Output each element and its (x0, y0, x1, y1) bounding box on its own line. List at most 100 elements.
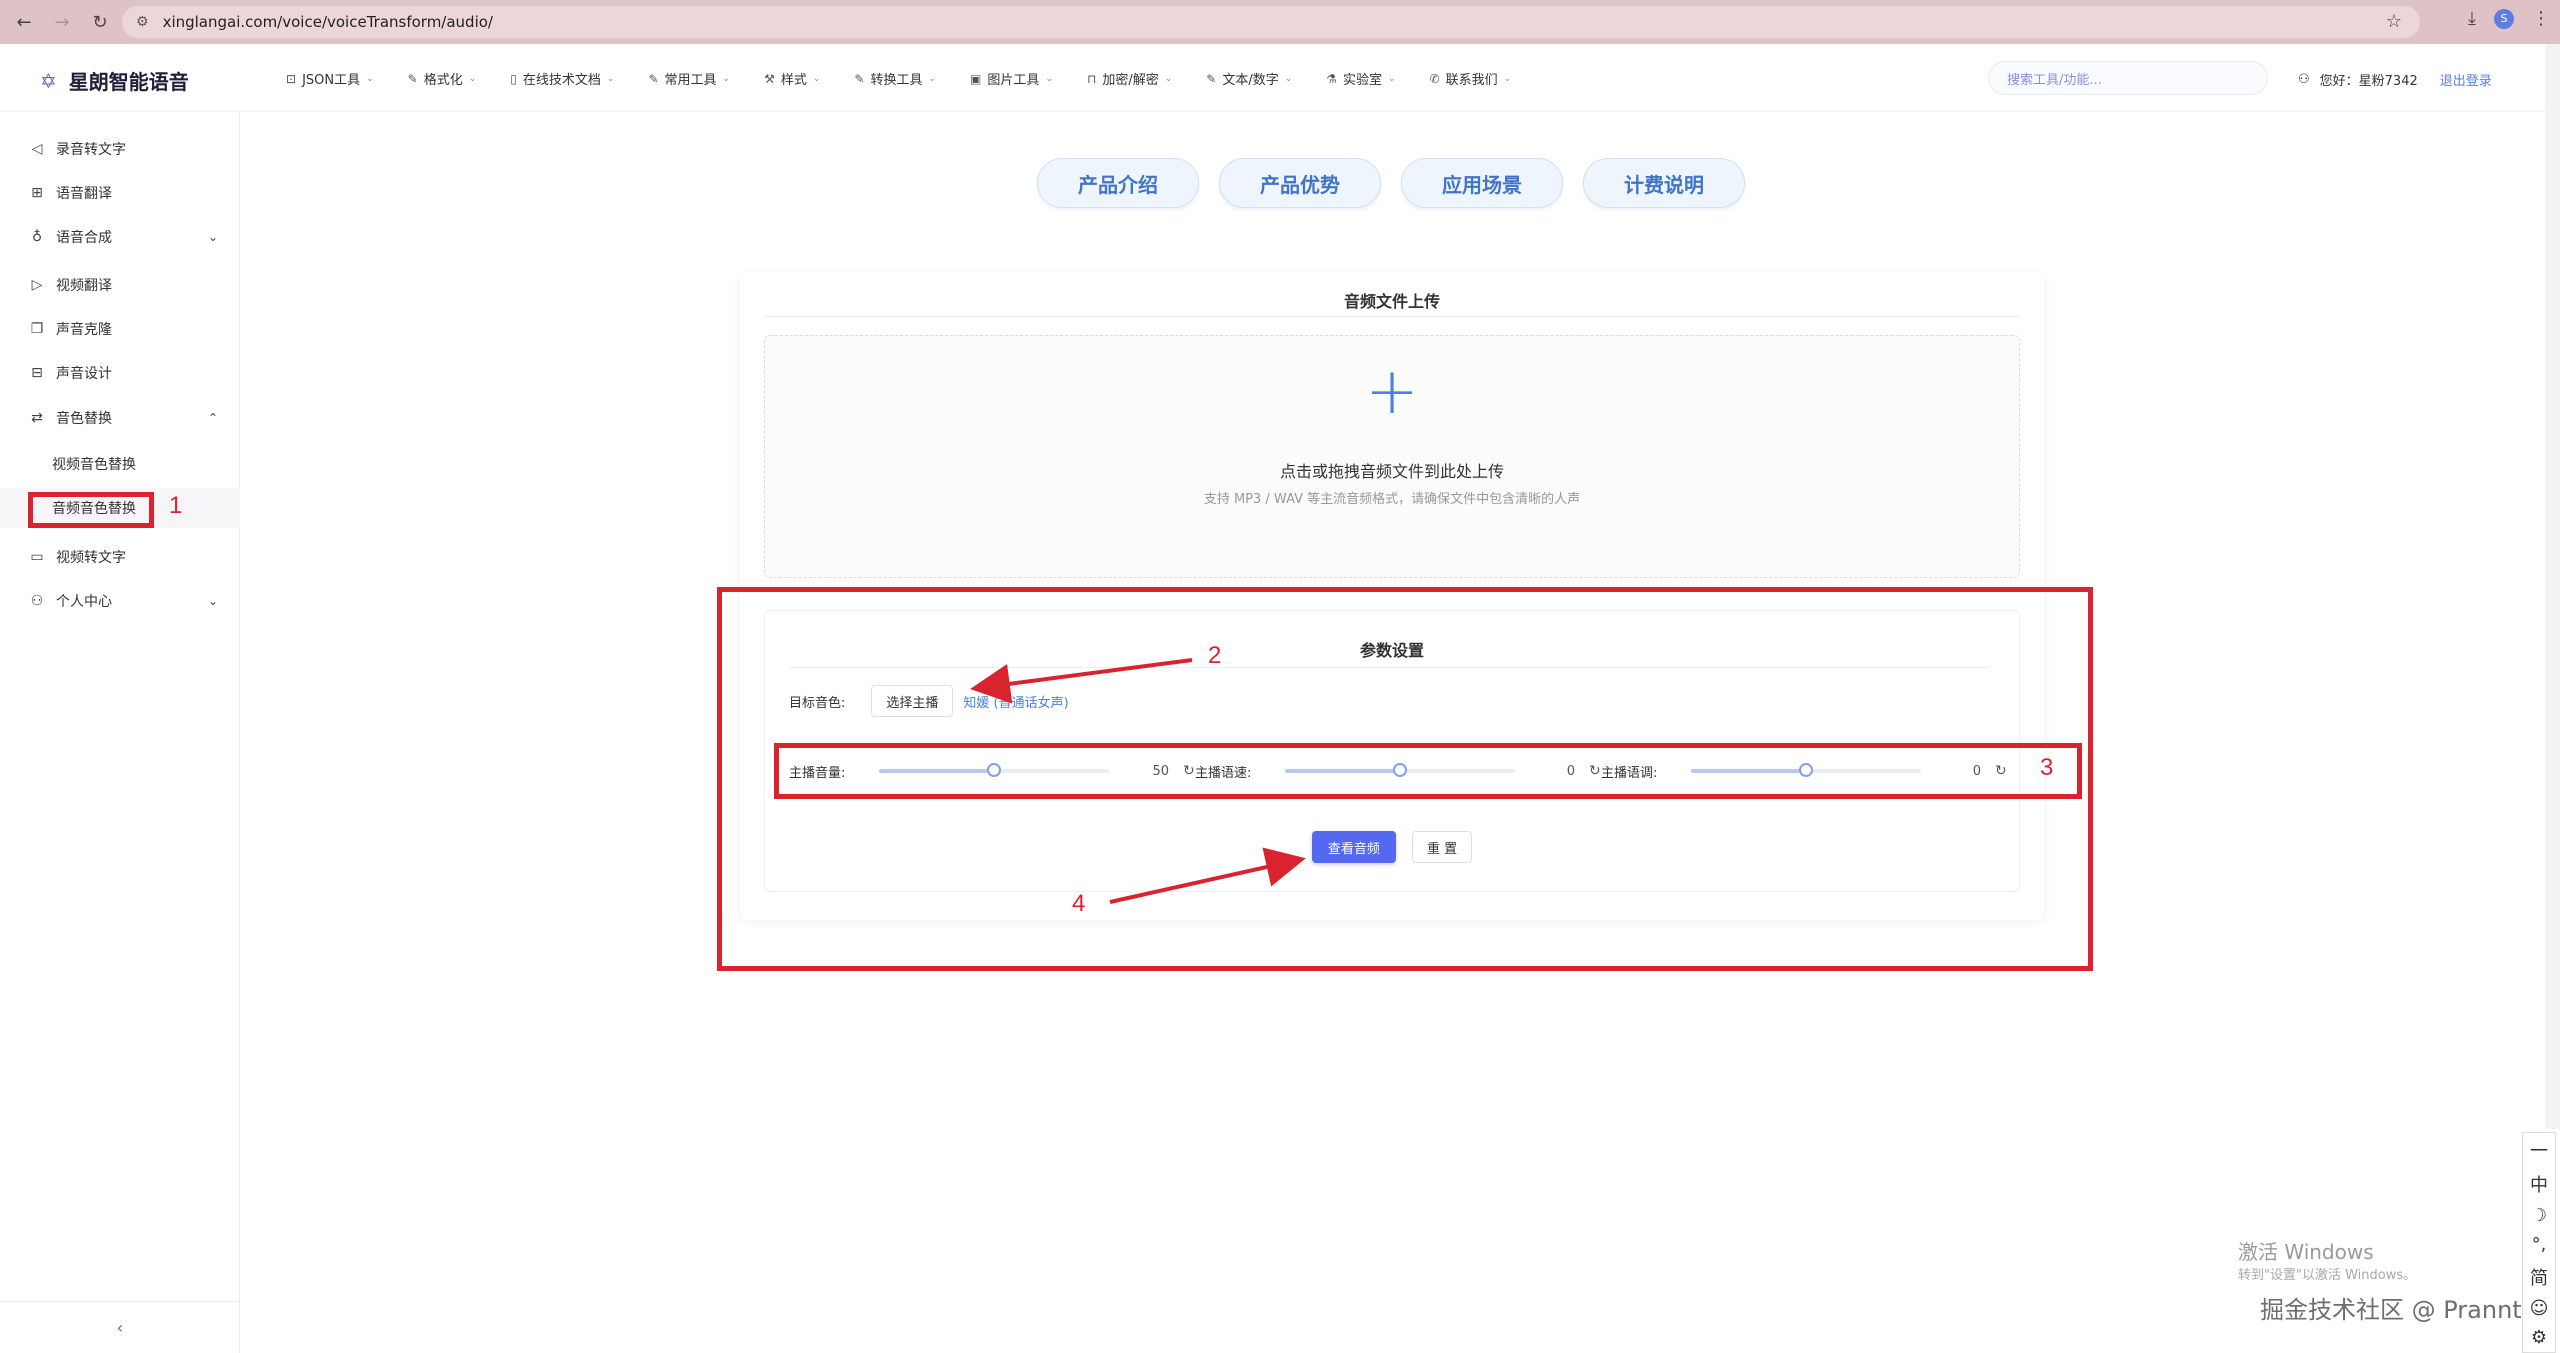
brush-icon: ⚒ (764, 71, 775, 86)
sidebar-collapse-button[interactable]: ‹ (0, 1301, 240, 1353)
browser-toolbar: ← → ↻ ⚙ xinglangai.com/voice/voiceTransf… (0, 0, 2560, 44)
flask-icon: ⚗ (1326, 71, 1338, 86)
nav-item-image[interactable]: ▣ 图片工具 ⌄ (970, 69, 1053, 89)
chevron-down-icon: ⌄ (1388, 73, 1396, 84)
swap-icon: ⇄ (31, 410, 43, 426)
annotation-box-1 (28, 492, 154, 528)
design-grid-icon: ⊟ (31, 365, 43, 381)
sidebar-item-video-translate[interactable]: ▷ 视频翻译 (0, 265, 240, 305)
chevron-down-icon: ⌄ (366, 73, 374, 84)
menu-kebab-icon[interactable]: ⋮ (2532, 8, 2550, 29)
edit-icon: ✎ (648, 71, 659, 86)
chevron-down-icon: ⌄ (1503, 73, 1512, 84)
page-scrollbar[interactable] (2545, 44, 2560, 1129)
address-bar[interactable]: ⚙ xinglangai.com/voice/voiceTransform/au… (122, 6, 2420, 38)
ime-punctuation-icon[interactable]: °, (2532, 1234, 2547, 1255)
nav-item-docs[interactable]: ▯ 在线技术文档 ⌄ (510, 69, 615, 89)
edit-icon: ✎ (1206, 71, 1217, 86)
dropzone-hint-text: 支持 MP3 / WAV 等主流音频格式，请确保文件中包含清晰的人声 (1203, 492, 1581, 507)
top-nav: ⊡ JSON工具 ⌄ ✎ 格式化 ⌄ ▯ 在线技术文档 ⌄ ✎ 常用工具 ⌄ ⚒ 样式 ⌄ ✎ 转换工… (286, 69, 1545, 89)
chevron-down-icon: ⌄ (1045, 73, 1053, 84)
document-icon: ▯ (510, 71, 517, 86)
ime-toolbar: 一 中 ☽ °, 简 ☺ ⚙ (2522, 1132, 2556, 1353)
nav-item-format[interactable]: ✎ 格式化 ⌄ (407, 69, 477, 89)
divider (764, 316, 2020, 317)
audio-dropzone[interactable]: + 点击或拖拽音频文件到此处上传 支持 MP3 / WAV 等主流音频格式，请确… (764, 335, 2020, 578)
tab-use-cases[interactable]: 应用场景 (1401, 158, 1563, 208)
annotation-label-1: 1 (169, 492, 183, 519)
annotation-label-2: 2 (1208, 642, 1222, 669)
image-icon: ▣ (970, 71, 982, 86)
back-icon[interactable]: ← (10, 8, 38, 36)
annotation-label-4: 4 (1072, 890, 1086, 917)
nav-item-contact[interactable]: ✆ 联系我们 ⌄ (1429, 69, 1512, 89)
url-text: xinglangai.com/voice/voiceTransform/audi… (162, 13, 493, 31)
user-area: ⚇ 您好：星粉7342 退出登录 (2298, 70, 2492, 89)
tab-product-intro[interactable]: 产品介绍 (1037, 158, 1199, 208)
chevron-down-icon: ⌄ (1164, 73, 1173, 84)
forward-icon[interactable]: → (48, 8, 76, 36)
phone-icon: ✆ (1429, 71, 1440, 86)
tool-search-input[interactable]: 搜索工具/功能... (1988, 61, 2268, 95)
site-info-icon[interactable]: ⚙ (136, 14, 149, 30)
product-tabs: 产品介绍 产品优势 应用场景 计费说明 (1037, 158, 1745, 208)
bookmark-star-icon[interactable]: ☆ (2386, 11, 2402, 32)
nav-item-common[interactable]: ✎ 常用工具 ⌄ (648, 69, 730, 89)
nav-item-json[interactable]: ⊡ JSON工具 ⌄ (286, 69, 374, 89)
chevron-down-icon: ⌄ (928, 73, 937, 84)
windows-activation-watermark: 激活 Windows (2238, 1240, 2374, 1264)
chevron-down-icon: ⌄ (1284, 73, 1293, 84)
microphone-icon: ♁ (31, 229, 43, 245)
speaker-icon: ◁ (31, 141, 43, 157)
juejin-watermark: 掘金技术社区 @ Prannt (2260, 1296, 2522, 1324)
video-play-icon: ▷ (31, 277, 43, 293)
ime-simplified-icon[interactable]: 简 (2530, 1264, 2548, 1290)
edit-icon: ✎ (854, 71, 865, 86)
reload-icon[interactable]: ↻ (86, 8, 114, 36)
chevron-up-icon: ⌃ (207, 411, 218, 425)
tab-product-advantages[interactable]: 产品优势 (1219, 158, 1381, 208)
annotation-box-3 (774, 743, 2082, 799)
json-icon: ⊡ (286, 71, 297, 86)
profile-avatar[interactable]: S (2494, 8, 2514, 29)
ime-settings-icon[interactable]: ⚙ (2531, 1327, 2547, 1348)
nav-item-lab[interactable]: ⚗ 实验室 ⌄ (1326, 69, 1396, 89)
app-header: ✡ 星朗智能语音 ⊡ JSON工具 ⌄ ✎ 格式化 ⌄ ▯ 在线技术文档 ⌄ ✎ 常用工具 ⌄ … (0, 44, 2545, 112)
sidebar-item-voice-swap[interactable]: ⇄ 音色替换 ⌃ (0, 398, 240, 438)
chevron-down-icon: ⌄ (207, 594, 218, 608)
sidebar-item-recording-to-text[interactable]: ◁ 录音转文字 (0, 129, 240, 169)
ime-moon-icon[interactable]: ☽ (2531, 1205, 2547, 1226)
sidebar-item-speech-translate[interactable]: ⊞ 语音翻译 (0, 173, 240, 213)
windows-activation-hint: 转到"设置"以激活 Windows。 (2238, 1268, 2417, 1283)
sidebar: ◁ 录音转文字 ⊞ 语音翻译 ♁ 语音合成 ⌄ ▷ 视频翻译 ❐ 声音克隆 ⊟ 声音设计 ⇄ 音… (0, 112, 240, 1353)
ime-chinese-mode-icon[interactable]: 中 (2530, 1171, 2548, 1197)
nav-item-style[interactable]: ⚒ 样式 ⌄ (764, 69, 820, 89)
ime-minimize-icon[interactable]: 一 (2530, 1137, 2548, 1163)
user-icon: ⚇ (2298, 72, 2310, 87)
ime-emoji-icon[interactable]: ☺ (2530, 1298, 2549, 1319)
edit-icon: ✎ (407, 71, 418, 86)
nav-item-convert[interactable]: ✎ 转换工具 ⌄ (854, 69, 937, 89)
chevron-left-icon: ‹ (116, 1318, 124, 1337)
chevron-down-icon: ⌄ (606, 73, 615, 84)
nav-item-text[interactable]: ✎ 文本/数字 ⌄ (1206, 69, 1293, 89)
user-greeting: 您好：星粉7342 (2319, 74, 2418, 89)
tab-pricing[interactable]: 计费说明 (1583, 158, 1745, 208)
brand-name: 星朗智能语音 (68, 70, 189, 94)
sidebar-item-profile[interactable]: ⚇ 个人中心 ⌄ (0, 581, 240, 621)
logout-link[interactable]: 退出登录 (2440, 70, 2492, 89)
star-logo-icon: ✡ (40, 68, 57, 93)
copy-icon: ❐ (30, 321, 44, 337)
brand-logo[interactable]: ✡ 星朗智能语音 (40, 66, 189, 95)
nav-item-crypto[interactable]: ⊓ 加密/解密 ⌄ (1087, 69, 1173, 89)
download-icon[interactable]: ⤓ (2468, 8, 2476, 29)
sidebar-sub-video-voice-swap[interactable]: 视频音色替换 (0, 444, 240, 484)
upload-section-title: 音频文件上传 (1343, 292, 1440, 311)
sidebar-item-tts[interactable]: ♁ 语音合成 ⌄ (0, 217, 240, 257)
user-icon: ⚇ (30, 593, 44, 609)
chevron-down-icon: ⌄ (468, 73, 477, 84)
chevron-down-icon: ⌄ (207, 230, 218, 244)
sidebar-item-voice-design[interactable]: ⊟ 声音设计 (0, 353, 240, 393)
sidebar-item-video-to-text[interactable]: ▭ 视频转文字 (0, 537, 240, 577)
sidebar-item-voice-clone[interactable]: ❐ 声音克隆 (0, 309, 240, 349)
